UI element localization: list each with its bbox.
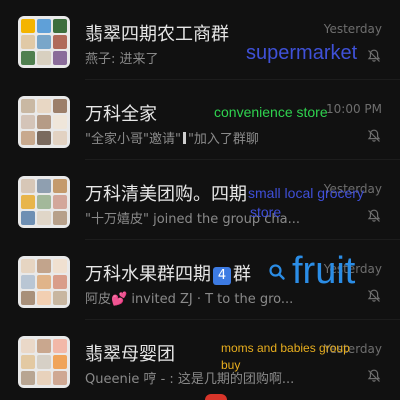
- avatar-tile: [37, 371, 51, 385]
- chat-title: 翡翠母婴团: [85, 344, 175, 365]
- avatar-tile: [21, 35, 35, 49]
- avatar-tile: [21, 211, 35, 225]
- preview-text: Queenie 哼 - : 这是几期的团购啊...: [85, 372, 295, 387]
- preview-text: "全家小哥"邀请": [85, 132, 181, 147]
- keycap-number: 4: [213, 267, 231, 285]
- preview-text: 燕子: 进来了: [85, 52, 159, 67]
- group-avatar: [18, 336, 70, 388]
- avatar-tile: [37, 211, 51, 225]
- avatar-tile: [21, 291, 35, 305]
- avatar-tile: [53, 275, 67, 289]
- avatar-tile: [53, 35, 67, 49]
- bottom-red-mark: [205, 394, 227, 400]
- avatar-tile: [53, 371, 67, 385]
- avatar-tile: [21, 371, 35, 385]
- avatar-tile: [37, 355, 51, 369]
- group-avatar: [18, 176, 70, 228]
- avatar-tile: [21, 195, 35, 209]
- redacted-bar: [182, 132, 186, 144]
- annotation-small-grocery: small local grocery store: [248, 184, 364, 222]
- annotation-line: moms and babies group: [221, 341, 350, 355]
- avatar-tile: [53, 99, 67, 113]
- avatar-tile: [37, 339, 51, 353]
- chat-list: 翡翠四期农工商群 燕子: 进来了 Yesterday 万科全家 "全家小哥"邀请…: [0, 0, 400, 400]
- avatar-tile: [37, 19, 51, 33]
- chat-title: 万科水果群四期 4 群: [85, 260, 251, 286]
- avatar-tile: [37, 51, 51, 65]
- avatar-tile: [37, 131, 51, 145]
- avatar-tile: [21, 259, 35, 273]
- avatar-tile: [21, 51, 35, 65]
- avatar-tile: [37, 275, 51, 289]
- group-avatar: [18, 256, 70, 308]
- chat-preview: "全家小哥"邀请" "加入了群聊: [85, 128, 355, 147]
- preview-text: invited ZJ · T to the gro...: [127, 292, 294, 307]
- chat-time: 10:00 PM: [326, 102, 382, 116]
- avatar-tile: [21, 115, 35, 129]
- chat-time: Yesterday: [323, 22, 382, 36]
- annotation-line: store: [250, 204, 282, 220]
- avatar-tile: [21, 179, 35, 193]
- avatar-tile: [53, 179, 67, 193]
- chat-row-2[interactable]: 万科全家 "全家小哥"邀请" "加入了群聊 10:00 PM: [0, 80, 400, 160]
- avatar-tile: [37, 259, 51, 273]
- bell-slash-icon: [367, 369, 381, 382]
- avatar-tile: [53, 19, 67, 33]
- search-icon: [269, 264, 285, 280]
- bell-slash-icon: [367, 129, 381, 142]
- chat-title-suffix: 群: [233, 264, 251, 285]
- avatar-tile: [21, 19, 35, 33]
- chat-title-text: 万科水果群四期: [85, 264, 211, 285]
- bell-slash-icon: [367, 49, 381, 62]
- annotation-line: buy: [221, 358, 241, 372]
- annotation-convenience-store: convenience store: [214, 104, 328, 120]
- chat-title: 万科全家: [85, 104, 157, 125]
- avatar-tile: [53, 291, 67, 305]
- avatar-tile: [53, 259, 67, 273]
- heart-emoji-icon: 💕: [111, 292, 128, 307]
- avatar-tile: [53, 115, 67, 129]
- avatar-tile: [21, 339, 35, 353]
- avatar-tile: [21, 355, 35, 369]
- bell-slash-icon: [367, 289, 381, 302]
- group-avatar: [18, 16, 70, 68]
- avatar-tile: [21, 99, 35, 113]
- avatar-tile: [37, 291, 51, 305]
- avatar-tile: [37, 195, 51, 209]
- avatar-tile: [37, 99, 51, 113]
- avatar-tile: [37, 35, 51, 49]
- avatar-tile: [53, 355, 67, 369]
- bell-slash-icon: [367, 209, 381, 222]
- avatar-tile: [21, 275, 35, 289]
- chat-title: 翡翠四期农工商群: [85, 24, 229, 45]
- annotation-supermarket: supermarket: [246, 42, 358, 64]
- avatar-tile: [37, 179, 51, 193]
- annotation-fruit: fruit: [292, 250, 356, 292]
- preview-text-tail: "加入了群聊: [187, 132, 259, 147]
- avatar-tile: [53, 131, 67, 145]
- avatar-tile: [53, 339, 67, 353]
- chat-row-1[interactable]: 翡翠四期农工商群 燕子: 进来了 Yesterday: [0, 0, 400, 80]
- chat-title: 万科清美团购。四期: [85, 184, 247, 205]
- annotation-line: small local grocery: [248, 185, 364, 201]
- avatar-tile: [37, 115, 51, 129]
- preview-sender: 阿皮: [85, 292, 112, 307]
- avatar-tile: [53, 51, 67, 65]
- group-avatar: [18, 96, 70, 148]
- annotation-moms-babies: moms and babies group buy: [221, 340, 350, 374]
- avatar-tile: [53, 211, 67, 225]
- avatar-tile: [53, 195, 67, 209]
- avatar-tile: [21, 131, 35, 145]
